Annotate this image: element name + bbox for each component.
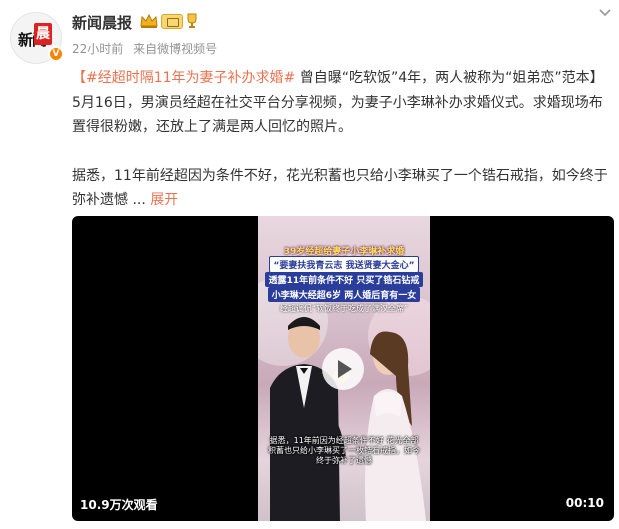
post-paragraph-1: 【#经超时隔11年为妻子补办求婚# 曾自曝“吃软饭”4年，两人被称为“姐弟恋”范… (72, 66, 608, 140)
play-icon[interactable] (322, 348, 364, 390)
post-content: 【#经超时隔11年为妻子补办求婚# 曾自曝“吃软饭”4年，两人被称为“姐弟恋”范… (72, 66, 608, 213)
author-name[interactable]: 新闻晨报 (72, 12, 132, 33)
avatar-logo-mark: 晨 (34, 23, 52, 45)
expand-link[interactable]: 展开 (150, 192, 178, 208)
video-caption-3: 透露11年前条件不好 只买了锆石钻戒 (258, 272, 430, 287)
chevron-down-icon[interactable] (598, 8, 612, 18)
crown-icon[interactable] (140, 13, 158, 29)
post-meta: 22小时前 来自微博视频号 (72, 40, 223, 57)
video-subtitle: 据悉，11年前因为经超条件不好 花光全部积蓄也只给小李琳买了一枚锆石戒指，如今终… (268, 436, 420, 465)
verified-icon: V (48, 46, 64, 62)
level-badge-icon[interactable] (161, 14, 183, 29)
post-paragraph-2: 据悉，11年前经超因为条件不好，花光积蓄也只给小李琳买了一个锆石戒指，如今终于弥… (72, 164, 608, 213)
post-time[interactable]: 22小时前 (72, 42, 123, 56)
hashtag-link[interactable]: 【#经超时隔11年为妻子补办求婚# (72, 70, 295, 86)
video-player[interactable]: 39岁经超给妻子小李琳补求婚 “要妻扶我青云志 我送贤妻大金心” 透露11年前条… (72, 216, 614, 521)
video-duration: 00:10 (565, 496, 604, 510)
source-prefix: 来自 (133, 42, 158, 56)
video-caption-2: “要妻扶我青云志 我送贤妻大金心” (258, 256, 430, 273)
groom-figure (270, 317, 346, 521)
expand-dots: ... (132, 192, 146, 208)
video-caption-5: 经超调侃“软饭终于吃成了满汉全席” (279, 304, 409, 313)
video-caption-4: 小李琳大经超6岁 两人婚后育有一女 (258, 287, 430, 302)
view-count: 10.9万次观看 (80, 498, 158, 512)
trophy-icon[interactable] (186, 13, 198, 29)
weibo-post-card: 新闻 晨 V 新闻晨报 22小时前 来自微博视频号 【#经超时隔11年为妻子补办… (0, 0, 619, 529)
post-source[interactable]: 微博视频号 (157, 42, 217, 56)
